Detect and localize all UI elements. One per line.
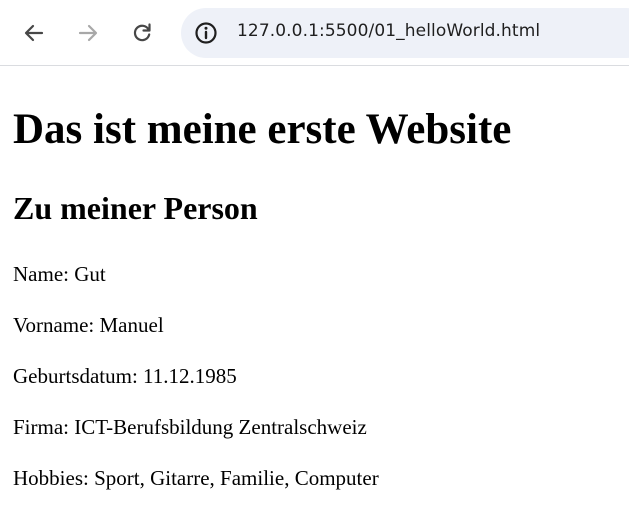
hobbies-line: Hobbies: Sport, Gitarre, Familie, Comput… xyxy=(13,466,379,490)
address-bar[interactable]: 127.0.0.1:5500/01_helloWorld.html xyxy=(181,8,629,58)
name-line: Name: Gut xyxy=(13,262,106,286)
info-icon xyxy=(195,22,217,44)
company-line: Firma: ICT-Berufsbildung Zentralschweiz xyxy=(13,415,367,439)
page-heading: Das ist meine erste Website xyxy=(13,106,512,153)
site-info-button[interactable] xyxy=(192,19,220,47)
browser-toolbar: 127.0.0.1:5500/01_helloWorld.html xyxy=(0,0,629,66)
arrow-right-icon xyxy=(78,24,98,42)
birthdate-line: Geburtsdatum: 11.12.1985 xyxy=(13,364,237,388)
back-button[interactable] xyxy=(16,15,52,51)
arrow-left-icon xyxy=(24,24,44,42)
url-text[interactable]: 127.0.0.1:5500/01_helloWorld.html xyxy=(237,21,540,41)
reload-icon xyxy=(133,23,151,42)
reload-button[interactable] xyxy=(124,15,160,51)
section-heading: Zu meiner Person xyxy=(13,190,258,226)
page-content: Das ist meine erste Website Zu meiner Pe… xyxy=(0,66,629,522)
firstname-line: Vorname: Manuel xyxy=(13,313,164,337)
forward-button[interactable] xyxy=(70,15,106,51)
